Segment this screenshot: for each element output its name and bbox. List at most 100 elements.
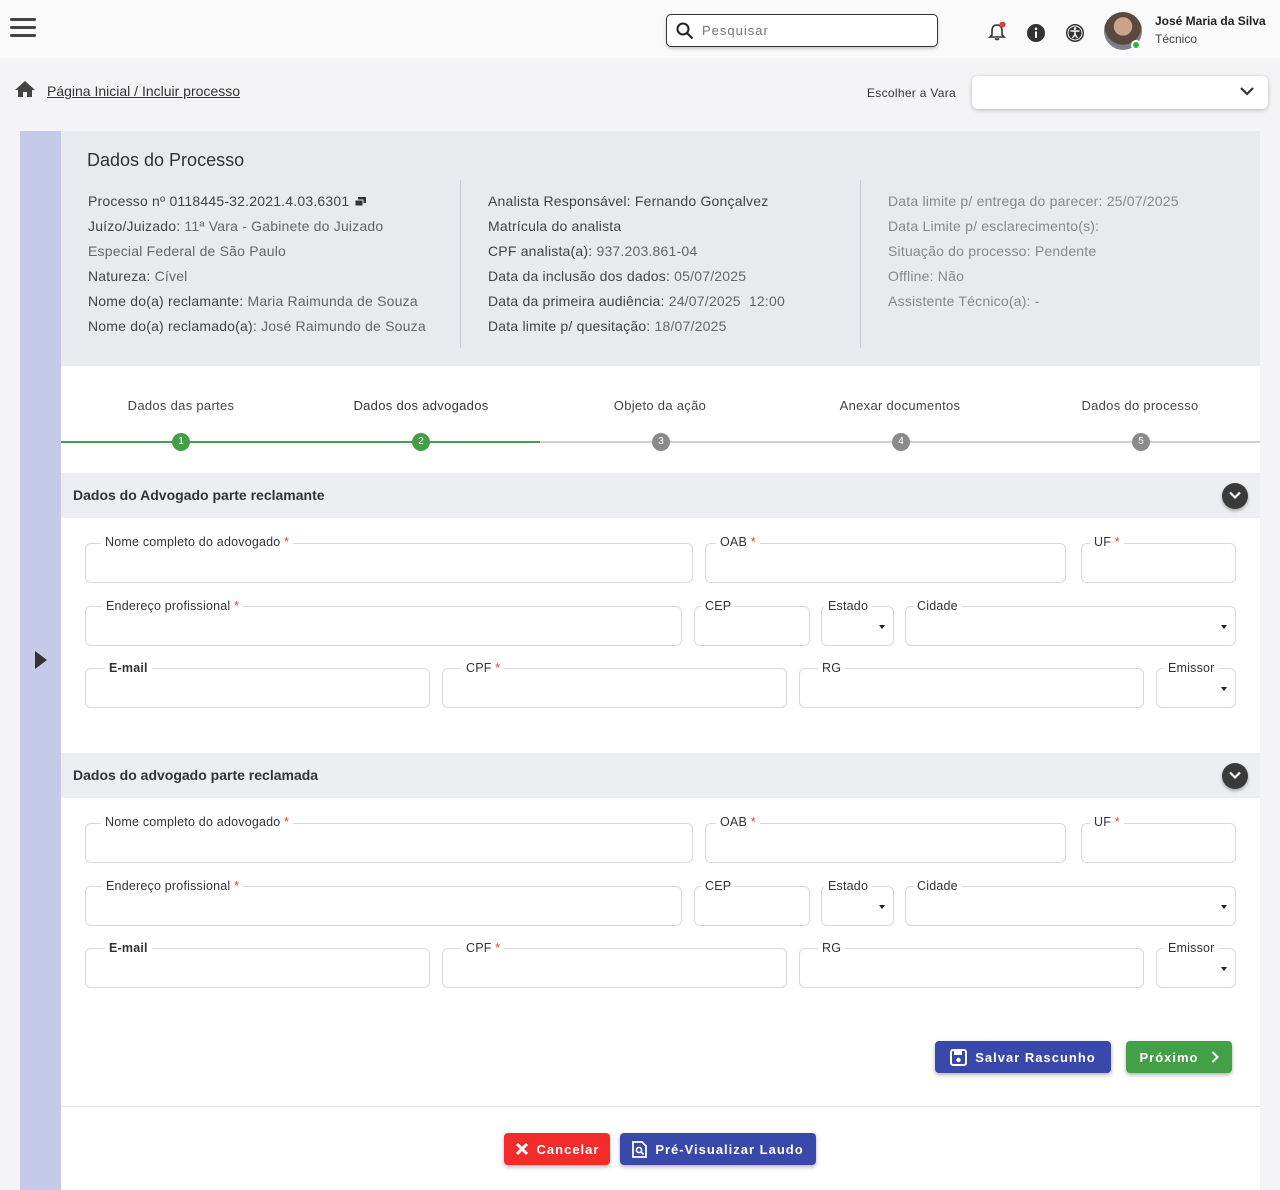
caret-down-icon: [1221, 625, 1227, 629]
uf-field[interactable]: [1081, 823, 1236, 863]
oab-field[interactable]: [705, 823, 1066, 863]
section-title: Dados do Advogado parte reclamante: [73, 487, 325, 503]
step-dot-2[interactable]: 2: [412, 433, 430, 451]
emissor-label: Emissor: [1164, 661, 1219, 675]
nome-advogado-field[interactable]: [85, 543, 693, 583]
save-icon: [950, 1048, 968, 1066]
step-label-anexar-documentos[interactable]: Anexar documentos: [780, 398, 1020, 413]
uf-label: UF *: [1090, 535, 1124, 549]
info-primeira-audiencia: Data da primeira audiência: 24/07/2025 1…: [488, 293, 785, 309]
close-icon: [515, 1142, 528, 1156]
step-label-objeto-acao[interactable]: Objeto da ação: [540, 398, 780, 413]
user-role: Técnico: [1155, 32, 1198, 46]
section-title: Dados do advogado parte reclamada: [73, 767, 319, 783]
process-info-title: Dados do Processo: [87, 150, 245, 170]
footer-divider: [61, 1106, 1260, 1107]
nome-advogado-field[interactable]: [85, 823, 693, 863]
preview-report-button[interactable]: Pré-Visualizar Laudo: [620, 1133, 816, 1165]
collapse-section-button[interactable]: [1222, 483, 1248, 509]
info-data-inclusao: Data da inclusão dos dados: 05/07/2025: [488, 268, 747, 284]
nome-advogado-label: Nome completo do adovogado *: [101, 815, 294, 829]
info-natureza: Natureza: Cível: [88, 268, 188, 284]
info-assistente: Assistente Técnico(a): -: [888, 293, 1040, 309]
step-label-dados-partes[interactable]: Dados das partes: [61, 398, 301, 413]
rg-field[interactable]: [799, 668, 1144, 708]
hamburger-menu-icon[interactable]: [10, 18, 36, 40]
oab-label: OAB *: [716, 535, 760, 549]
caret-down-icon: [1221, 967, 1227, 971]
oab-field[interactable]: [705, 543, 1066, 583]
info-offline: Offline: Não: [888, 268, 965, 284]
caret-down-icon: [1221, 687, 1227, 691]
online-status-indicator: [1131, 40, 1141, 50]
info-juizo: Juízo/Juizado: 11ª Vara - Gabinete do Ju…: [88, 218, 384, 234]
info-reclamante: Nome do(a) reclamante: Maria Raimunda de…: [88, 293, 418, 309]
section-header-reclamada: Dados do advogado parte reclamada: [61, 753, 1260, 798]
step-dot-1[interactable]: 1: [172, 433, 190, 451]
info-icon[interactable]: [1026, 23, 1046, 43]
home-icon[interactable]: [14, 80, 36, 98]
stepper-progress-line: [61, 441, 540, 443]
breadcrumb[interactable]: Página Inicial / Incluir processo: [47, 83, 240, 99]
chevron-down-icon: [1229, 491, 1241, 500]
info-matricula: Matrícula do analista: [488, 218, 622, 234]
chevron-down-icon: [1229, 771, 1241, 780]
notification-bell-icon[interactable]: [987, 22, 1007, 42]
info-analista: Analista Responsável: Fernando Gonçalvez: [488, 193, 769, 209]
info-divider: [460, 180, 461, 348]
search-input[interactable]: [702, 23, 922, 38]
step-label-dados-advogados[interactable]: Dados dos advogados: [301, 398, 541, 413]
save-draft-button[interactable]: Salvar Rascunho: [935, 1041, 1111, 1073]
chevron-down-icon: [1240, 87, 1254, 96]
info-divider: [860, 180, 861, 348]
cancel-button[interactable]: Cancelar: [504, 1133, 610, 1165]
rg-field[interactable]: [799, 948, 1144, 988]
uf-field[interactable]: [1081, 543, 1236, 583]
estado-label: Estado: [824, 879, 873, 893]
info-reclamado: Nome do(a) reclamado(a): José Raimundo d…: [88, 318, 426, 334]
top-bar: [0, 0, 1280, 58]
info-limite-esclarecimento: Data Limite p/ esclarecimento(s):: [888, 218, 1100, 234]
oab-label: OAB *: [716, 815, 760, 829]
info-limite-parecer: Data limite p/ entrega do parecer: 25/07…: [888, 193, 1179, 209]
info-limite-quesitacao: Data limite p/ quesitação: 18/07/2025: [488, 318, 727, 334]
collapse-section-button[interactable]: [1222, 763, 1248, 789]
step-dot-3[interactable]: 3: [652, 433, 670, 451]
cep-label: CEP: [701, 599, 736, 613]
next-button[interactable]: Próximo: [1126, 1041, 1232, 1073]
cidade-label: Cidade: [913, 879, 962, 893]
email-label: E-mail: [105, 941, 152, 955]
vara-select[interactable]: [972, 76, 1268, 109]
cep-label: CEP: [701, 879, 736, 893]
section-header-reclamante: Dados do Advogado parte reclamante: [61, 473, 1260, 518]
step-dot-4[interactable]: 4: [892, 433, 910, 451]
rg-label: RG: [818, 941, 846, 955]
endereco-label: Endereço profissional *: [102, 879, 244, 893]
rg-label: RG: [818, 661, 846, 675]
document-search-icon: [632, 1140, 648, 1158]
email-label: E-mail: [105, 661, 152, 675]
caret-down-icon: [1221, 905, 1227, 909]
endereco-label: Endereço profissional *: [102, 599, 244, 613]
expand-rail-icon[interactable]: [35, 651, 47, 669]
cidade-label: Cidade: [913, 599, 962, 613]
accessibility-icon[interactable]: [1065, 23, 1085, 43]
caret-down-icon: [879, 905, 885, 909]
info-processo: Processo nº 0118445-32.2021.4.03.6301: [88, 193, 367, 209]
chevron-right-icon: [1211, 1051, 1219, 1063]
search-icon: [676, 22, 694, 39]
nome-advogado-label: Nome completo do adovogado *: [101, 535, 294, 549]
caret-down-icon: [879, 625, 885, 629]
info-situacao: Situação do processo: Pendente: [888, 243, 1097, 259]
user-name: José Maria da Silva: [1155, 14, 1266, 28]
info-cpf-analista: CPF analista(a): 937.203.861-04: [488, 243, 698, 259]
step-label-dados-processo[interactable]: Dados do processo: [1020, 398, 1260, 413]
cpf-label: CPF *: [462, 661, 505, 675]
step-dot-5[interactable]: 5: [1132, 433, 1150, 451]
estado-label: Estado: [824, 599, 873, 613]
emissor-label: Emissor: [1164, 941, 1219, 955]
cpf-label: CPF *: [462, 941, 505, 955]
copy-icon[interactable]: [355, 197, 367, 206]
search-box[interactable]: [666, 14, 938, 47]
uf-label: UF *: [1090, 815, 1124, 829]
